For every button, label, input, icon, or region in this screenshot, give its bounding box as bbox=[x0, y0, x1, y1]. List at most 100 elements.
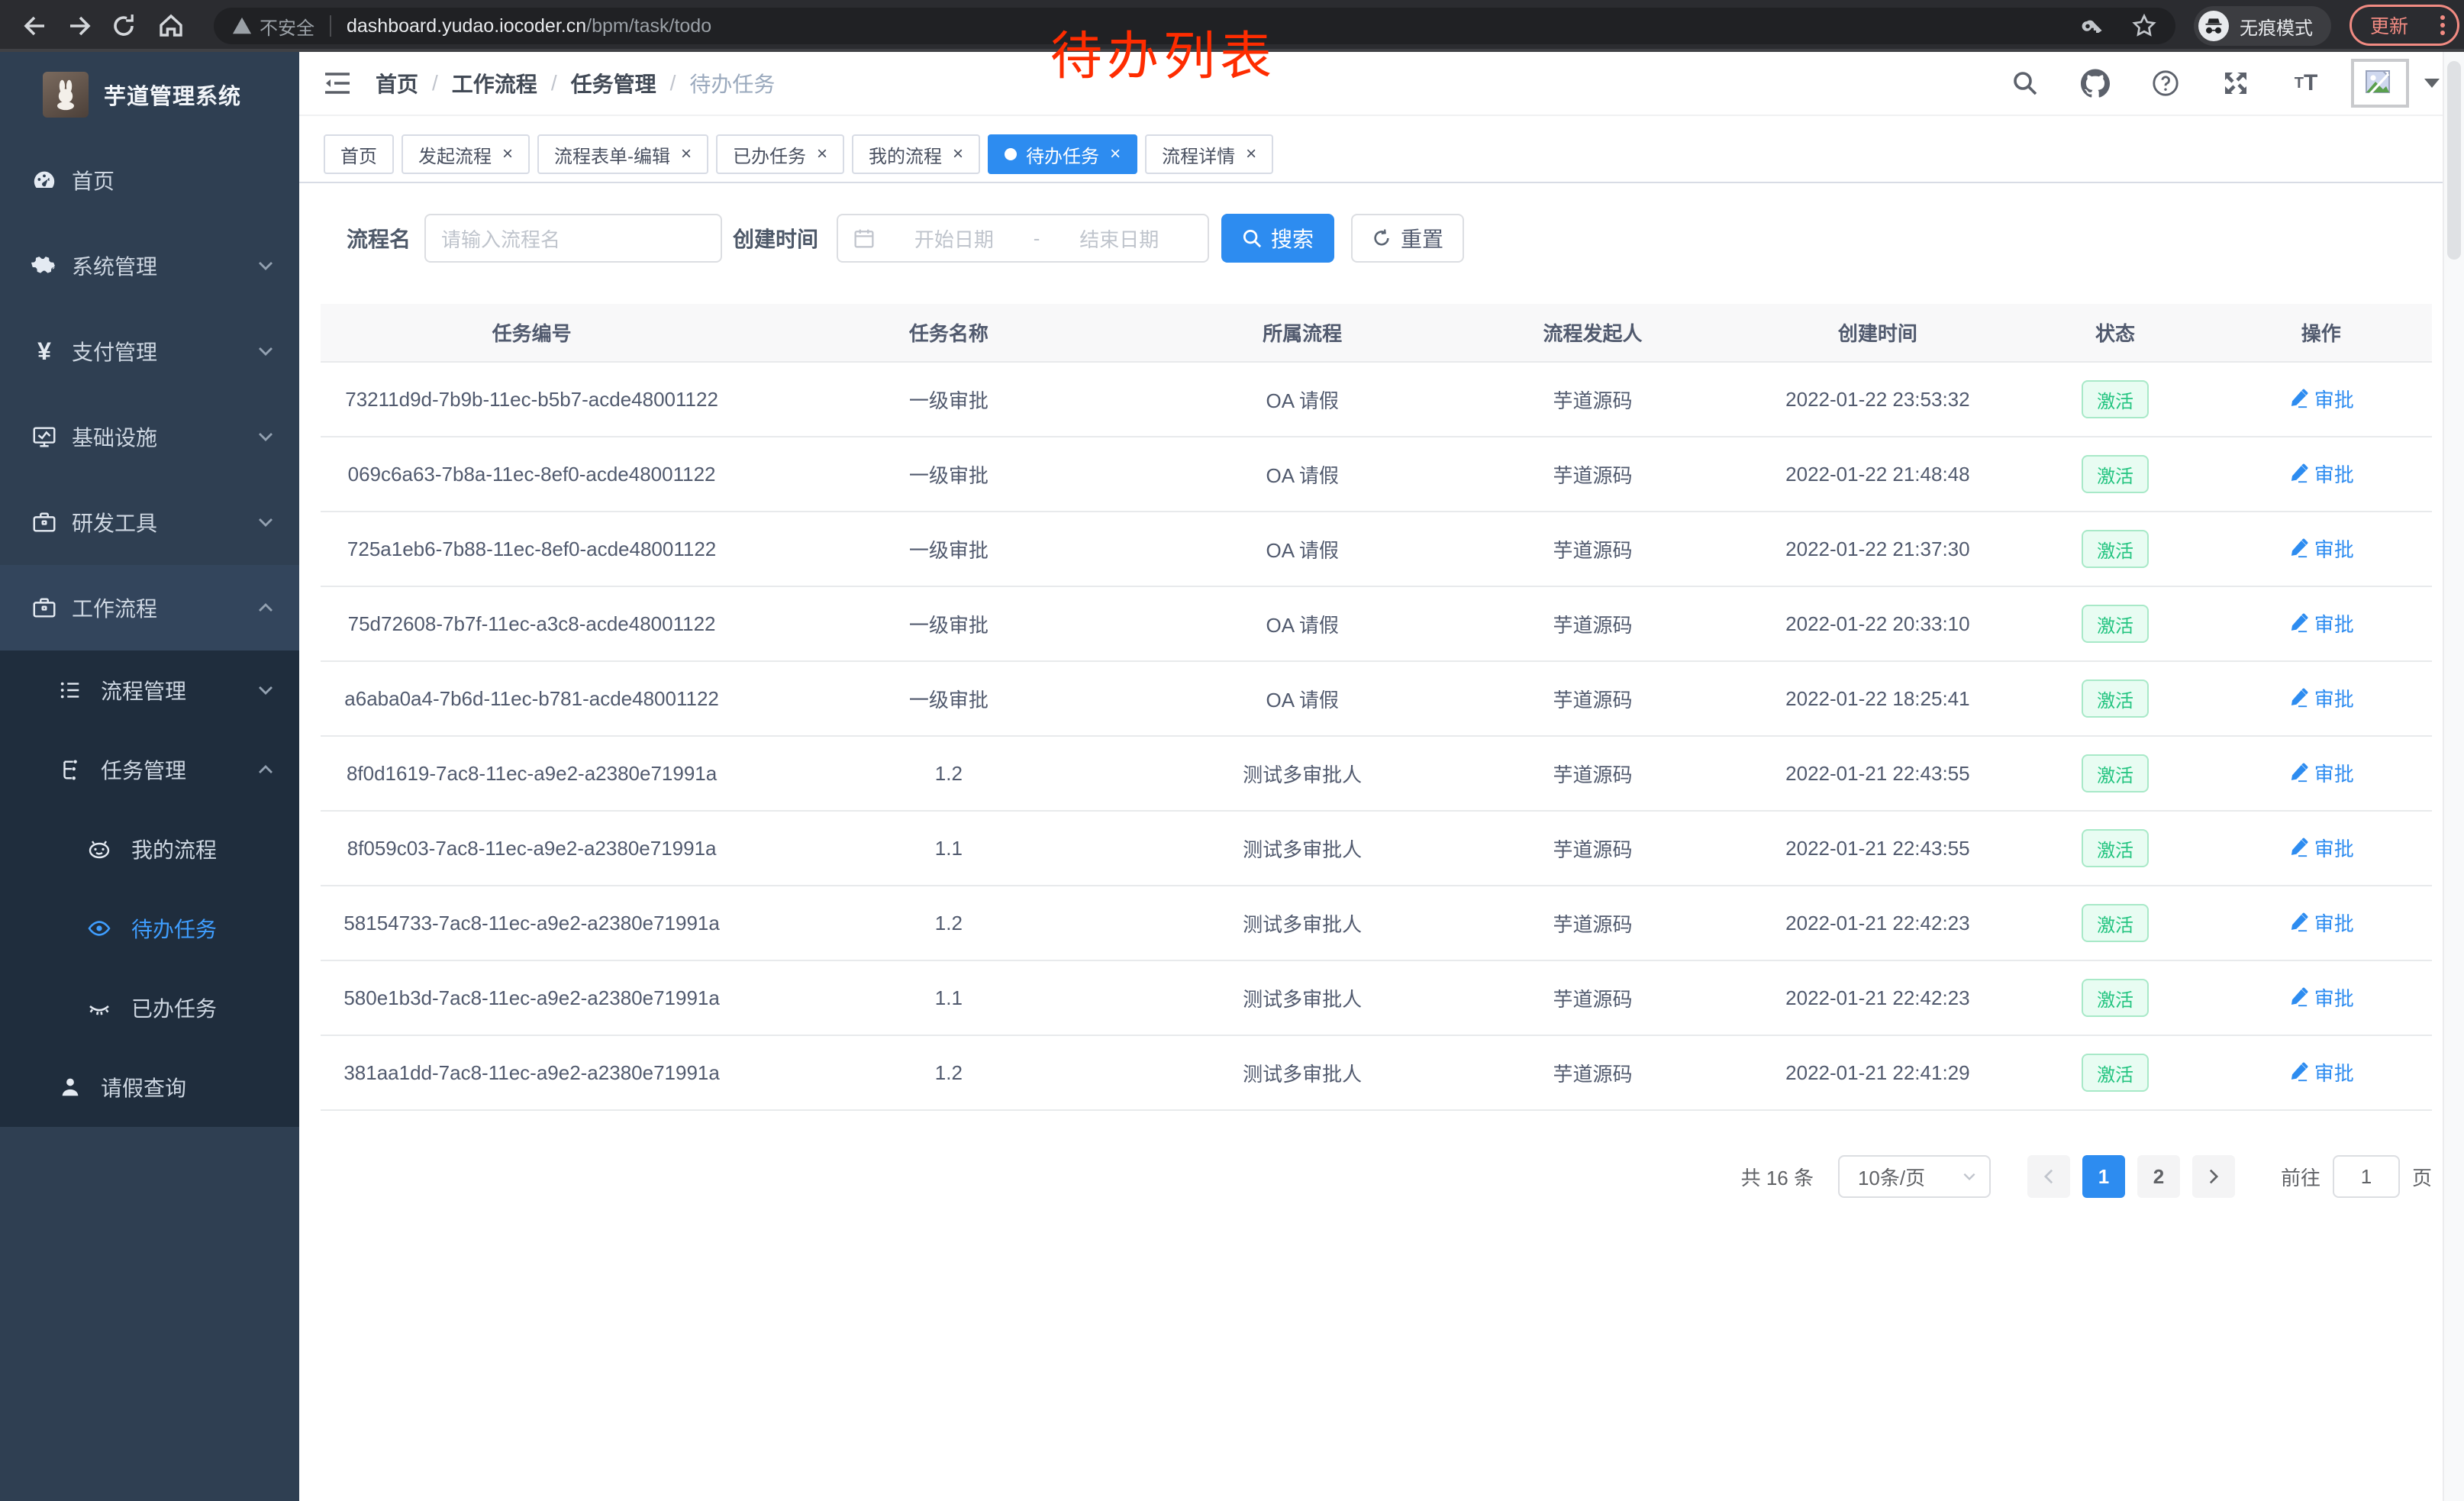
tab-已办任务[interactable]: 已办任务× bbox=[716, 134, 844, 174]
cell-id: 73211d9d-7b9b-11ec-b5b7-acde48001122 bbox=[321, 362, 743, 437]
close-icon[interactable]: × bbox=[502, 145, 513, 163]
sidebar-item-label: 研发工具 bbox=[72, 507, 157, 537]
edit-pencil-icon bbox=[2288, 463, 2308, 483]
tab-我的流程[interactable]: 我的流程 × bbox=[852, 134, 980, 174]
forward-icon[interactable] bbox=[66, 12, 93, 40]
person-icon bbox=[58, 1075, 82, 1099]
page-size-select[interactable]: 10条/页 bbox=[1838, 1155, 1991, 1198]
sidebar-item-system[interactable]: 系统管理 bbox=[0, 223, 299, 308]
reset-button[interactable]: 重置 bbox=[1351, 214, 1464, 263]
sidebar-collapse-icon[interactable] bbox=[324, 71, 351, 95]
close-icon[interactable]: × bbox=[817, 145, 827, 163]
breadcrumb-item[interactable]: 工作流程 bbox=[452, 68, 537, 98]
approve-link[interactable]: 审批 bbox=[2288, 983, 2354, 1012]
prev-page-button[interactable] bbox=[2027, 1155, 2070, 1198]
sidebar-item-leave-query[interactable]: 请假查询 bbox=[0, 1047, 299, 1127]
sidebar-item-label: 我的流程 bbox=[131, 834, 217, 864]
approve-link[interactable]: 审批 bbox=[2288, 385, 2354, 413]
search-button[interactable]: 搜索 bbox=[1221, 214, 1334, 263]
close-icon[interactable]: × bbox=[1110, 145, 1121, 163]
approve-link[interactable]: 审批 bbox=[2288, 609, 2354, 638]
tab-流程表单-编辑[interactable]: 流程表单-编辑× bbox=[537, 134, 708, 174]
sidebar-item-process-mgmt[interactable]: 流程管理 bbox=[0, 650, 299, 730]
approve-link[interactable]: 审批 bbox=[2288, 759, 2354, 787]
font-size-icon[interactable]: TT bbox=[2291, 69, 2320, 98]
page-button-2[interactable]: 2 bbox=[2137, 1155, 2180, 1198]
sidebar-item-my-process[interactable]: 我的流程 bbox=[0, 809, 299, 889]
cell-process: OA 请假 bbox=[1155, 362, 1450, 437]
close-icon[interactable]: × bbox=[681, 145, 692, 163]
app-logo-row[interactable]: 芋道管理系统 bbox=[0, 52, 299, 137]
browser-menu-icon[interactable] bbox=[2440, 15, 2445, 35]
breadcrumb-separator: / bbox=[670, 71, 676, 95]
cell-action: 审批 bbox=[2211, 1035, 2432, 1110]
approve-link[interactable]: 审批 bbox=[2288, 1058, 2354, 1086]
search-icon[interactable] bbox=[2011, 69, 2040, 98]
sidebar-item-label: 系统管理 bbox=[72, 250, 157, 281]
sidebar-item-workflow[interactable]: 工作流程 bbox=[0, 565, 299, 650]
avatar[interactable] bbox=[2351, 59, 2409, 108]
close-icon[interactable]: × bbox=[1246, 145, 1256, 163]
home-icon[interactable] bbox=[157, 12, 185, 40]
back-icon[interactable] bbox=[21, 12, 49, 40]
approve-link[interactable]: 审批 bbox=[2288, 684, 2354, 712]
goto-page-input[interactable]: 1 bbox=[2333, 1155, 2400, 1198]
approve-label: 审批 bbox=[2314, 983, 2354, 1012]
date-range-input[interactable]: 开始日期 - 结束日期 bbox=[837, 214, 1209, 263]
breadcrumb-item[interactable]: 首页 bbox=[376, 68, 418, 98]
cell-name: 1.2 bbox=[743, 1035, 1154, 1110]
approve-label: 审批 bbox=[2314, 834, 2354, 862]
table-header-row: 任务编号任务名称所属流程流程发起人创建时间状态操作 bbox=[321, 304, 2432, 362]
browser-scrollbar[interactable] bbox=[2443, 52, 2464, 1501]
cell-name: 1.2 bbox=[743, 886, 1154, 960]
sidebar-item-payment[interactable]: ¥ 支付管理 bbox=[0, 308, 299, 394]
approve-link[interactable]: 审批 bbox=[2288, 460, 2354, 488]
security-label: 不安全 bbox=[260, 13, 314, 40]
tab-label: 我的流程 bbox=[869, 141, 942, 168]
avatar-dropdown-icon[interactable] bbox=[2424, 79, 2440, 88]
approve-link[interactable]: 审批 bbox=[2288, 534, 2354, 563]
sidebar-item-infrastructure[interactable]: 基础设施 bbox=[0, 394, 299, 479]
table-row: 580e1b3d-7ac8-11ec-a9e2-a2380e71991a1.1测… bbox=[321, 960, 2432, 1035]
sidebar-item-devtools[interactable]: 研发工具 bbox=[0, 479, 299, 565]
cell-initiator: 芋道源码 bbox=[1450, 736, 1735, 811]
cell-initiator: 芋道源码 bbox=[1450, 661, 1735, 736]
table-row: 725a1eb6-7b88-11ec-8ef0-acde48001122一级审批… bbox=[321, 512, 2432, 586]
workflow-submenu: 流程管理 任务管理 我的流程 bbox=[0, 650, 299, 1127]
next-page-button[interactable] bbox=[2192, 1155, 2235, 1198]
sidebar-item-done-tasks[interactable]: 已办任务 bbox=[0, 968, 299, 1047]
scrollbar-thumb[interactable] bbox=[2447, 61, 2461, 260]
github-icon[interactable] bbox=[2081, 69, 2110, 98]
cell-action: 审批 bbox=[2211, 960, 2432, 1035]
table-row: 8f0d1619-7ac8-11ec-a9e2-a2380e71991a1.2测… bbox=[321, 736, 2432, 811]
fullscreen-icon[interactable] bbox=[2221, 69, 2250, 98]
process-name-input[interactable]: 请输入流程名 bbox=[424, 214, 722, 263]
cell-time: 2022-01-21 22:42:23 bbox=[1735, 960, 2020, 1035]
help-icon[interactable] bbox=[2151, 69, 2180, 98]
dashboard-icon bbox=[31, 166, 58, 194]
approve-link[interactable]: 审批 bbox=[2288, 834, 2354, 862]
password-key-icon[interactable] bbox=[2079, 14, 2104, 38]
sidebar-item-task-mgmt[interactable]: 任务管理 bbox=[0, 730, 299, 809]
tab-发起流程[interactable]: 发起流程× bbox=[402, 134, 530, 174]
reload-icon[interactable] bbox=[110, 12, 137, 40]
tab-首页[interactable]: 首页 bbox=[324, 134, 394, 174]
monitor-icon bbox=[31, 423, 58, 450]
app-logo bbox=[43, 72, 89, 118]
update-button[interactable]: 更新 bbox=[2350, 5, 2459, 46]
sidebar-item-todo-tasks[interactable]: 待办任务 bbox=[0, 889, 299, 968]
cell-status: 激活 bbox=[2021, 661, 2211, 736]
tab-流程详情[interactable]: 流程详情× bbox=[1145, 134, 1273, 174]
security-status[interactable]: 不安全 bbox=[232, 13, 314, 40]
bookmark-star-icon[interactable] bbox=[2131, 13, 2157, 39]
breadcrumb-item[interactable]: 任务管理 bbox=[571, 68, 656, 98]
approve-link[interactable]: 审批 bbox=[2288, 909, 2354, 937]
sidebar: 芋道管理系统 首页 系统管理 ¥ 支付管理 bbox=[0, 52, 299, 1501]
chevron-up-icon bbox=[256, 760, 275, 779]
tab-待办任务[interactable]: 待办任务× bbox=[988, 134, 1137, 174]
sidebar-item-home[interactable]: 首页 bbox=[0, 137, 299, 223]
cell-process: 测试多审批人 bbox=[1155, 960, 1450, 1035]
page-button-1[interactable]: 1 bbox=[2082, 1155, 2125, 1198]
close-icon[interactable]: × bbox=[953, 145, 963, 163]
cell-action: 审批 bbox=[2211, 586, 2432, 661]
